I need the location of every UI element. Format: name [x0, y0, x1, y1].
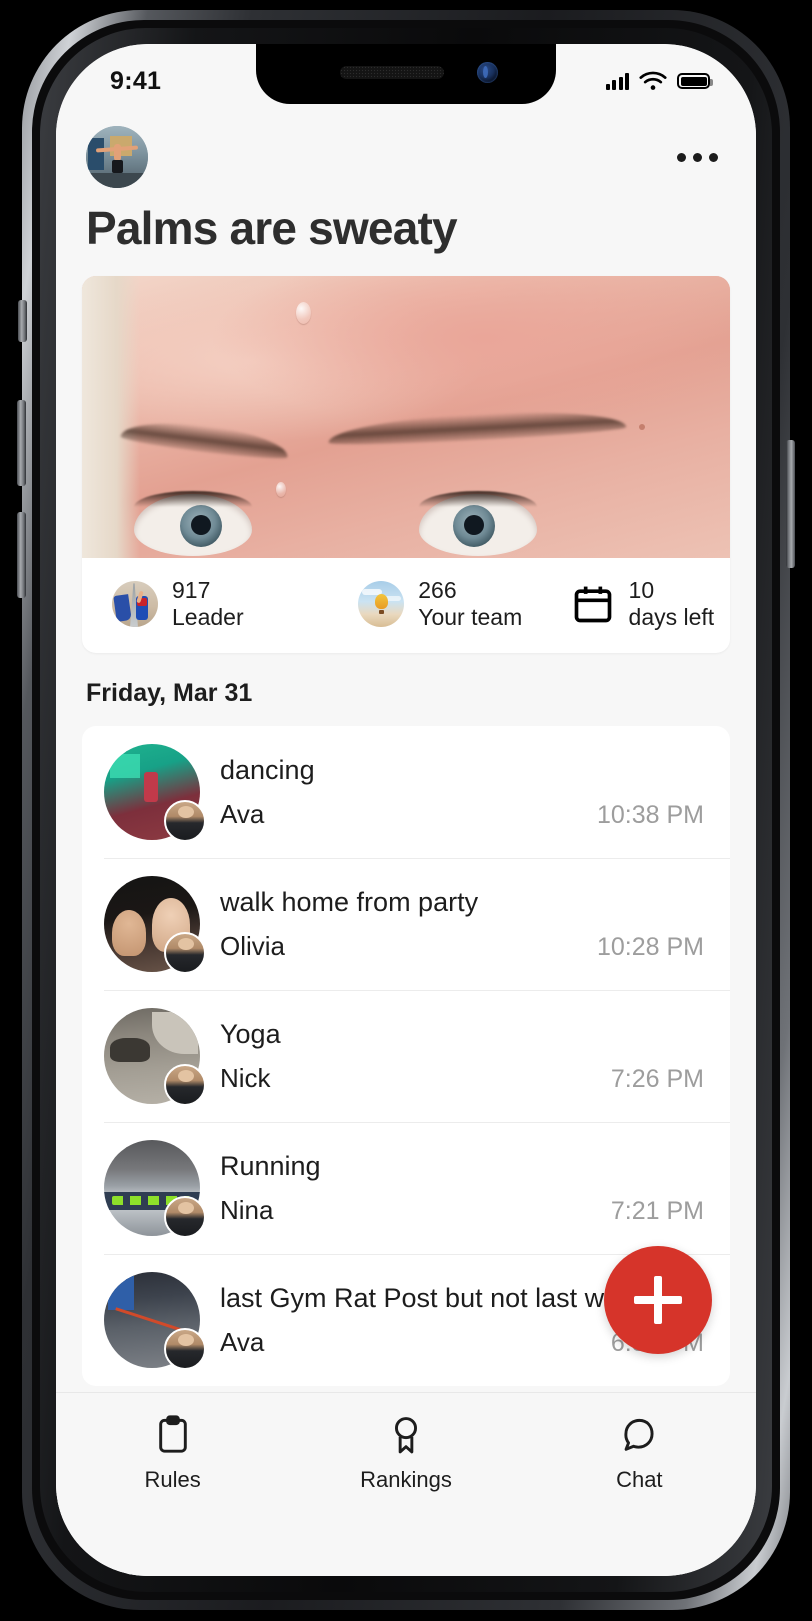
days-left-label: days left [628, 604, 715, 631]
add-post-button[interactable] [604, 1246, 712, 1354]
list-item[interactable]: walk home from party Olivia 10:28 PM [82, 858, 730, 990]
tab-rules[interactable]: Rules [56, 1415, 289, 1576]
list-item[interactable]: dancing Ava 10:38 PM [82, 726, 730, 858]
mute-switch[interactable] [18, 300, 27, 342]
list-item[interactable]: Yoga Nick 7:26 PM [82, 990, 730, 1122]
avatar [104, 1272, 206, 1371]
feed-date-header: Friday, Mar 31 [86, 679, 253, 708]
activity-user: Nick [220, 1062, 271, 1093]
stat-your-team[interactable]: 266 Your team [328, 576, 548, 632]
activity-title: dancing [220, 754, 315, 785]
team-avatar [358, 581, 405, 628]
sweaty-forehead-photo [82, 275, 730, 558]
award-ribbon-icon [394, 1417, 417, 1454]
avatar [104, 1140, 206, 1239]
tab-rankings-label: Rankings [360, 1467, 452, 1492]
days-left-value: 10 [628, 576, 655, 603]
chat-bubble-icon [624, 1418, 654, 1451]
team-label: Your team [418, 604, 523, 631]
app-header [56, 104, 756, 188]
bottom-navigation: Rules Rankings Chat [56, 1392, 756, 1576]
activity-user: Ava [220, 1326, 265, 1357]
group-avatar[interactable] [86, 126, 148, 188]
tab-rankings[interactable]: Rankings [289, 1415, 522, 1576]
avatar [104, 1008, 206, 1107]
avatar [104, 744, 206, 843]
phone-screen: Palms are sweaty 917 Leader 266 Your tea… [56, 44, 756, 1576]
list-item[interactable]: Running Nina 7:21 PM [82, 1122, 730, 1254]
tab-rules-label: Rules [144, 1467, 201, 1492]
activity-user: Olivia [220, 930, 286, 961]
leader-avatar [112, 581, 158, 628]
status-time: 9:41 [110, 66, 162, 95]
activity-time: 7:26 PM [610, 1064, 704, 1093]
plus-icon [634, 1276, 682, 1324]
stat-leader[interactable]: 917 Leader [82, 576, 328, 632]
activity-user: Nina [220, 1194, 274, 1225]
team-value: 266 [418, 576, 457, 603]
power-button[interactable] [786, 440, 795, 568]
activity-title: Running [220, 1150, 321, 1181]
leader-value: 917 [172, 576, 211, 603]
avatar [104, 876, 206, 975]
tab-chat-label: Chat [616, 1467, 663, 1492]
front-camera [477, 62, 498, 83]
tab-chat[interactable]: Chat [523, 1415, 756, 1576]
activity-time: 7:21 PM [610, 1196, 704, 1225]
volume-down-button[interactable] [17, 512, 26, 598]
stat-days-left[interactable]: 10 days left [549, 576, 730, 632]
cellular-signal-icon [605, 72, 629, 90]
volume-up-button[interactable] [17, 400, 26, 486]
activity-time: 10:38 PM [596, 800, 704, 829]
clipboard-icon [158, 1415, 187, 1453]
challenge-hero-card[interactable]: 917 Leader 266 Your team 10 days left [82, 275, 730, 654]
more-options-icon[interactable] [673, 141, 722, 174]
page-title: Palms are sweaty [86, 202, 458, 254]
phone-mockup: Palms are sweaty 917 Leader 266 Your tea… [0, 0, 812, 1621]
calendar-icon [574, 587, 611, 623]
battery-full-icon [677, 73, 713, 89]
activity-time: 10:28 PM [596, 932, 704, 961]
activity-title: walk home from party [220, 886, 479, 917]
activity-user: Ava [220, 798, 265, 829]
activity-title: Yoga [220, 1018, 281, 1049]
leader-label: Leader [172, 604, 244, 631]
speaker-grille [340, 66, 444, 79]
device-notch [256, 44, 556, 104]
wifi-icon [639, 71, 667, 90]
challenge-stats: 917 Leader 266 Your team 10 days left [82, 558, 730, 654]
